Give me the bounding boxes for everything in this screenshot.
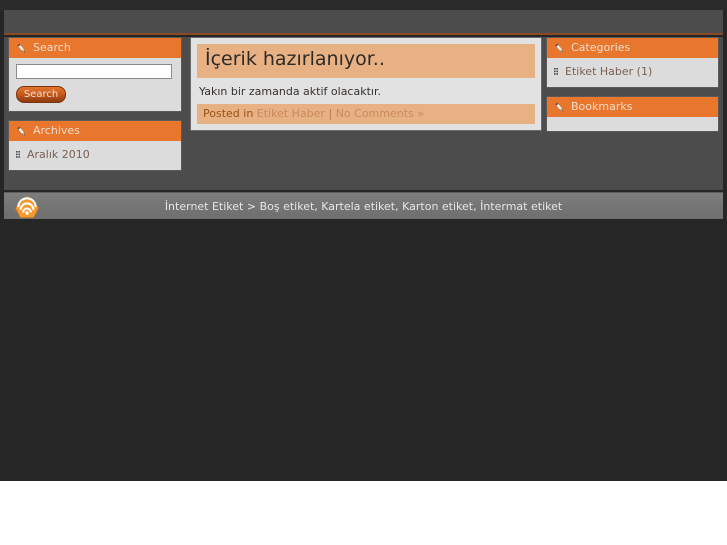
widget-archives-body: Aralık 2010 (9, 141, 181, 170)
post-comments-link[interactable]: No Comments » (336, 107, 424, 120)
search-button[interactable]: Search (16, 86, 66, 103)
category-link[interactable]: Etiket Haber (1) (565, 64, 652, 79)
page-root: Search Search Archives Aralık 2010 İçeri… (0, 0, 727, 545)
grid-bullet-icon (554, 68, 560, 75)
site-footer: İnternet Etiket > Boş etiket, Kartela et… (4, 192, 723, 219)
search-input[interactable] (16, 64, 172, 79)
widget-search-header: Search (9, 38, 181, 58)
grid-bullet-icon (16, 151, 22, 158)
pencil-icon (15, 125, 28, 138)
site-header (4, 10, 723, 35)
widget-title: Search (33, 41, 71, 54)
widget-categories-header: Categories (547, 38, 718, 58)
widget-bookmarks-body (547, 117, 718, 131)
post-title: İçerik hazırlanıyor.. (197, 44, 535, 78)
pencil-icon (15, 42, 28, 55)
site-body: Search Search Archives Aralık 2010 İçeri… (0, 0, 727, 481)
meta-separator: | (328, 106, 333, 120)
widget-archives: Archives Aralık 2010 (8, 120, 182, 171)
main-column: İçerik hazırlanıyor.. Yakın bir zamanda … (190, 37, 542, 131)
sidebar-left: Search Search Archives Aralık 2010 (8, 37, 182, 179)
widget-categories: Categories Etiket Haber (1) (546, 37, 719, 88)
sidebar-right: Categories Etiket Haber (1) Bookmarks (546, 37, 719, 140)
widget-title: Categories (571, 41, 631, 54)
list-item[interactable]: Etiket Haber (1) (554, 64, 711, 79)
widget-title: Archives (33, 124, 80, 137)
content-area: Search Search Archives Aralık 2010 İçeri… (4, 37, 723, 190)
post-card: İçerik hazırlanıyor.. Yakın bir zamanda … (190, 37, 542, 131)
widget-categories-body: Etiket Haber (1) (547, 58, 718, 87)
archive-link[interactable]: Aralık 2010 (27, 147, 90, 162)
breadcrumb: İnternet Etiket > Boş etiket, Kartela et… (164, 200, 563, 213)
top-strip (0, 0, 727, 10)
widget-bookmarks: Bookmarks (546, 96, 719, 132)
widget-title: Bookmarks (571, 100, 633, 113)
post-meta: Posted in Etiket Haber | No Comments » (197, 103, 535, 124)
posted-in-label: Posted in (203, 106, 254, 120)
pencil-icon (553, 42, 566, 55)
post-category-link[interactable]: Etiket Haber (257, 107, 325, 120)
widget-bookmarks-header: Bookmarks (547, 97, 718, 117)
post-excerpt: Yakın bir zamanda aktif olacaktır. (199, 84, 381, 98)
widget-archives-header: Archives (9, 121, 181, 141)
categories-list: Etiket Haber (1) (554, 64, 711, 79)
pencil-icon (553, 101, 566, 114)
list-item[interactable]: Aralık 2010 (16, 147, 174, 162)
archives-list: Aralık 2010 (16, 147, 174, 162)
widget-search: Search Search (8, 37, 182, 112)
widget-search-body: Search (9, 58, 181, 111)
